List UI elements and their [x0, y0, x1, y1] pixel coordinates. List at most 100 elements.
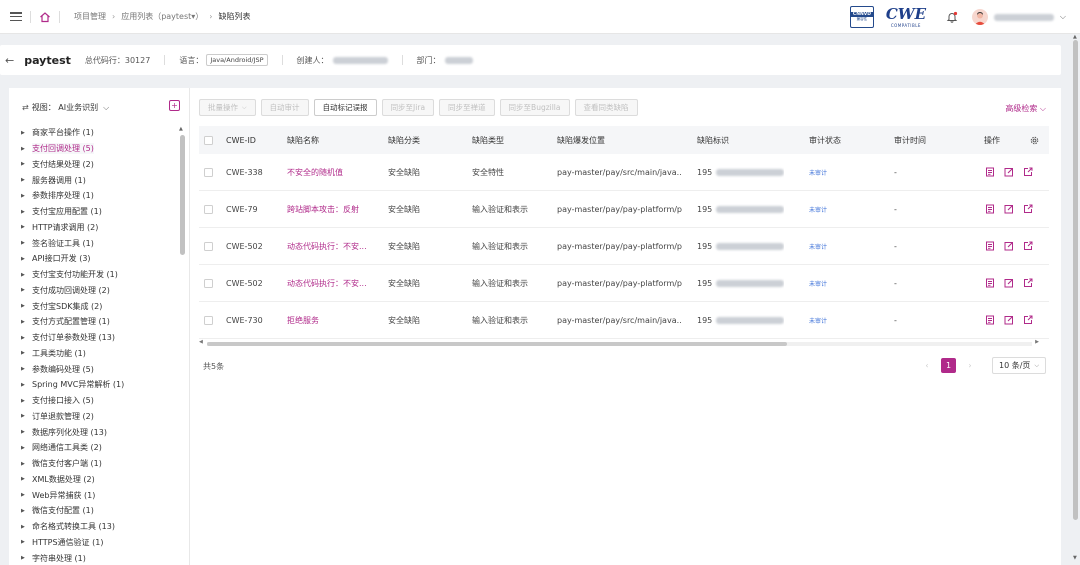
tree-item[interactable]: ▶ XML数据处理 (2): [18, 472, 176, 488]
auto-audit-button[interactable]: 自动审计: [260, 99, 309, 116]
header-audit-time[interactable]: 审计时间: [894, 126, 926, 154]
tree-item[interactable]: ▶ 数据序列化处理 (13): [18, 424, 176, 440]
bell-icon[interactable]: [946, 11, 958, 23]
select-all-checkbox[interactable]: [204, 135, 213, 145]
edit-icon[interactable]: [1004, 204, 1014, 214]
sync-jira-button[interactable]: 同步至Jira: [381, 99, 435, 116]
open-external-icon[interactable]: [1023, 241, 1033, 251]
username-blurred[interactable]: [993, 13, 1054, 21]
table-row[interactable]: CWE-338 不安全的随机值 安全缺陷 安全特性 pay-master/pay/src…: [199, 154, 1049, 191]
expand-triangle-icon[interactable]: ▶: [18, 539, 32, 545]
tree-item[interactable]: ▶ 支付宝SDK集成 (2): [18, 298, 176, 314]
row-checkbox[interactable]: [204, 278, 213, 288]
settings-gear-icon[interactable]: [1030, 126, 1039, 154]
header-defect-name[interactable]: 缺陷名称: [287, 126, 319, 154]
open-external-icon[interactable]: [1023, 315, 1033, 325]
view-similar-defects-button[interactable]: 查看同类缺陷: [574, 99, 638, 116]
view-detail-icon[interactable]: [985, 204, 995, 214]
table-row[interactable]: CWE-502 动态代码执行：不安... 安全缺陷 输入验证和表示 pay-master…: [199, 228, 1049, 265]
tree-item[interactable]: ▶ 微信支付配置 (1): [18, 503, 176, 519]
expand-triangle-icon[interactable]: ▶: [18, 272, 32, 278]
tree-item[interactable]: ▶ 商家平台操作 (1): [18, 125, 176, 141]
open-external-icon[interactable]: [1023, 167, 1033, 177]
expand-triangle-icon[interactable]: ▶: [18, 492, 32, 498]
view-detail-icon[interactable]: [985, 241, 995, 251]
avatar[interactable]: [971, 9, 988, 25]
expand-triangle-icon[interactable]: ▶: [18, 193, 32, 199]
page-size-select[interactable]: 10 条/页 ⌵: [992, 357, 1046, 374]
tree-item[interactable]: ▶ 支付接口接入 (5): [18, 393, 176, 409]
audit-status-link[interactable]: 未审计: [809, 168, 827, 177]
expand-triangle-icon[interactable]: ▶: [18, 177, 32, 183]
tree-item[interactable]: ▶ 支付方式配置管理 (1): [18, 314, 176, 330]
header-defect-location[interactable]: 缺陷爆发位置: [557, 126, 605, 154]
tree-item[interactable]: ▶ 字符串处理 (1): [18, 550, 176, 565]
expand-triangle-icon[interactable]: ▶: [18, 319, 32, 325]
audit-status-link[interactable]: 未审计: [809, 279, 827, 288]
scroll-thumb[interactable]: [207, 342, 787, 346]
open-external-icon[interactable]: [1023, 204, 1033, 214]
view-selector[interactable]: ⇄ 视图： AI业务识别 ⌵: [22, 102, 109, 113]
expand-triangle-icon[interactable]: ▶: [18, 303, 32, 309]
expand-triangle-icon[interactable]: ▶: [18, 461, 32, 467]
defect-name-link[interactable]: 动态代码执行：不安...: [287, 265, 367, 301]
view-detail-icon[interactable]: [985, 278, 995, 288]
view-detail-icon[interactable]: [985, 315, 995, 325]
header-defect-type[interactable]: 缺陷类型: [472, 126, 504, 154]
header-defect-category[interactable]: 缺陷分类: [388, 126, 420, 154]
tree-item[interactable]: ▶ Web异常捕获 (1): [18, 487, 176, 503]
edit-icon[interactable]: [1004, 278, 1014, 288]
tree-item[interactable]: ▶ 参数排序处理 (1): [18, 188, 176, 204]
tree-item[interactable]: ▶ 支付宝应用配置 (1): [18, 204, 176, 220]
tree-item[interactable]: ▶ 支付宝支付功能开发 (1): [18, 267, 176, 283]
chevron-down-icon[interactable]: ⌵: [1060, 12, 1066, 22]
page-number-current[interactable]: 1: [941, 358, 957, 373]
sync-bugzilla-button[interactable]: 同步至Bugzilla: [499, 99, 570, 116]
back-arrow-icon[interactable]: ←: [5, 54, 14, 67]
sync-zentao-button[interactable]: 同步至禅道: [439, 99, 495, 116]
window-scroll-down-icon[interactable]: ▼: [1073, 555, 1077, 561]
expand-triangle-icon[interactable]: ▶: [18, 161, 32, 167]
defect-name-link[interactable]: 跨站脚本攻击：反射: [287, 191, 359, 227]
tree-item[interactable]: ▶ 服务器调用 (1): [18, 172, 176, 188]
scroll-up-arrow-icon[interactable]: ▲: [179, 126, 183, 132]
tree-item[interactable]: ▶ 命名格式转换工具 (13): [18, 519, 176, 535]
open-external-icon[interactable]: [1023, 278, 1033, 288]
tree-item[interactable]: ▶ 支付结果处理 (2): [18, 157, 176, 173]
advanced-search-button[interactable]: 高级检索 ⌵: [1005, 103, 1046, 114]
row-checkbox[interactable]: [204, 204, 213, 214]
audit-status-link[interactable]: 未审计: [809, 242, 827, 251]
sidebar-scrollbar[interactable]: [180, 135, 185, 255]
tree-item[interactable]: ▶ API接口开发 (3): [18, 251, 176, 267]
tree-item[interactable]: ▶ HTTPS通信验证 (1): [18, 535, 176, 551]
edit-icon[interactable]: [1004, 167, 1014, 177]
tree-item[interactable]: ▶ 微信支付客户端 (1): [18, 456, 176, 472]
expand-triangle-icon[interactable]: ▶: [18, 524, 32, 530]
next-page-icon[interactable]: ›: [960, 361, 980, 370]
defect-name-link[interactable]: 不安全的随机值: [287, 154, 343, 190]
defect-name-link[interactable]: 拒绝服务: [287, 302, 319, 338]
auto-mark-false-positive-button[interactable]: 自动标记误报: [313, 99, 377, 116]
edit-icon[interactable]: [1004, 241, 1014, 251]
header-audit-status[interactable]: 审计状态: [809, 126, 841, 154]
expand-triangle-icon[interactable]: ▶: [18, 146, 32, 152]
header-defect-mark[interactable]: 缺陷标识: [697, 126, 729, 154]
defect-name-link[interactable]: 动态代码执行：不安...: [287, 228, 367, 264]
expand-triangle-icon[interactable]: ▶: [18, 209, 32, 215]
window-scrollbar[interactable]: [1073, 40, 1078, 520]
batch-operation-button[interactable]: 批量操作 ⌵: [199, 99, 256, 116]
expand-triangle-icon[interactable]: ▶: [18, 240, 32, 246]
table-horizontal-scrollbar[interactable]: ◀ ▶: [199, 339, 1039, 347]
breadcrumb-app-list[interactable]: 应用列表（paytest▾）: [121, 11, 203, 22]
audit-status-link[interactable]: 未审计: [809, 316, 827, 325]
expand-triangle-icon[interactable]: ▶: [18, 382, 32, 388]
table-row[interactable]: CWE-502 动态代码执行：不安... 安全缺陷 输入验证和表示 pay-master…: [199, 265, 1049, 302]
tree-item[interactable]: ▶ 支付成功回调处理 (2): [18, 283, 176, 299]
scroll-right-arrow-icon[interactable]: ▶: [1035, 339, 1039, 345]
expand-triangle-icon[interactable]: ▶: [18, 224, 32, 230]
expand-triangle-icon[interactable]: ▶: [18, 429, 32, 435]
tree-item[interactable]: ▶ 参数编码处理 (5): [18, 361, 176, 377]
table-row[interactable]: CWE-730 拒绝服务 安全缺陷 输入验证和表示 pay-master/pay/src…: [199, 302, 1049, 339]
expand-triangle-icon[interactable]: ▶: [18, 256, 32, 262]
edit-icon[interactable]: [1004, 315, 1014, 325]
